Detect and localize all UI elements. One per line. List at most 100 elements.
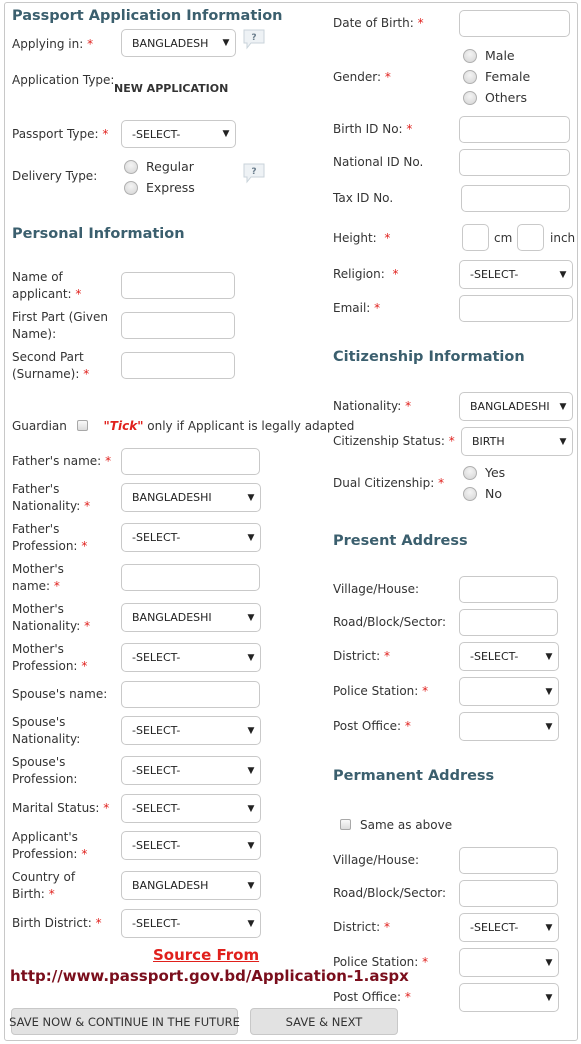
radio-button[interactable] [124,159,138,174]
radio-button[interactable] [124,180,138,195]
dropdown-arrow-icon: ▼ [247,612,255,623]
present-road-input[interactable] [459,609,558,636]
dropdown-arrow-icon: ▼ [545,922,553,933]
dropdown-arrow-icon: ▼ [247,652,255,663]
applying-in-select[interactable]: BANGLADESH ▼ [121,29,236,57]
delivery-express-option[interactable]: Express [124,177,195,198]
religion-label: Religion: * [333,267,399,281]
birth-id-input[interactable] [459,116,570,143]
date-of-birth-input[interactable] [459,10,570,37]
help-icon[interactable]: ? [242,162,266,184]
nationality-label: Nationality: * [333,399,412,413]
fathers-name-input[interactable] [121,448,260,475]
applicants-profession-select[interactable]: -SELECT- ▼ [121,831,261,860]
delivery-regular-option[interactable]: Regular [124,156,195,177]
second-part-input[interactable] [121,352,235,379]
present-police-station-select[interactable]: ▼ [459,677,559,706]
marital-status-select[interactable]: -SELECT- ▼ [121,794,261,823]
birth-id-label: Birth ID No: * [333,122,413,136]
applying-in-label: Applying in: * [12,37,94,51]
permanent-district-select[interactable]: -SELECT- ▼ [459,913,559,942]
permanent-village-input[interactable] [459,847,558,874]
national-id-label: National ID No. [333,155,424,169]
country-of-birth-label: Country of Birth: * [12,870,76,901]
dropdown-arrow-icon: ▼ [545,686,553,697]
gender-female-option[interactable]: Female [463,66,530,87]
mothers-nationality-select[interactable]: BANGLADESHI ▼ [121,603,261,632]
guardian-checkbox[interactable] [76,420,88,431]
save-and-next-button[interactable]: SAVE & NEXT [250,1008,398,1035]
dropdown-arrow-icon: ▼ [247,492,255,503]
first-part-label: First Part (Given Name): [12,310,108,341]
permanent-road-input[interactable] [459,880,558,907]
same-as-above-row[interactable]: Same as above [340,817,452,834]
fathers-profession-select[interactable]: -SELECT- ▼ [121,523,261,552]
dual-citizenship-radio-group: Yes No [463,462,505,504]
gender-others-option[interactable]: Others [463,87,530,108]
radio-button[interactable] [463,48,477,63]
country-of-birth-select[interactable]: BANGLADESH ▼ [121,871,261,900]
dual-yes-option[interactable]: Yes [463,462,505,483]
dropdown-arrow-icon: ▼ [247,532,255,543]
dropdown-arrow-icon: ▼ [559,436,567,447]
dual-no-option[interactable]: No [463,483,505,504]
first-part-input[interactable] [121,312,235,339]
height-inch-input[interactable] [517,224,544,251]
birth-district-label: Birth District: * [12,916,102,930]
permanent-police-station-label: Police Station: * [333,955,429,969]
mothers-name-label: Mother's name: * [12,562,64,593]
passport-type-select[interactable]: -SELECT- ▼ [121,120,236,148]
permanent-post-office-select[interactable]: ▼ [459,983,559,1012]
email-input[interactable] [459,295,573,322]
tax-id-input[interactable] [461,185,570,212]
spouses-profession-select[interactable]: -SELECT- ▼ [121,756,261,785]
same-as-above-checkbox[interactable] [340,819,351,830]
dropdown-arrow-icon: ▼ [545,651,553,662]
spouses-nationality-select[interactable]: -SELECT- ▼ [121,716,261,745]
national-id-input[interactable] [459,149,570,176]
section-title-personal: Personal Information [12,226,185,242]
present-post-office-label: Post Office: * [333,719,411,733]
application-type-label: Application Type: [12,73,115,87]
fathers-profession-label: Father's Profession: * [12,522,88,553]
date-of-birth-label: Date of Birth: * [333,16,424,30]
height-label: Height: * [333,231,391,245]
source-title: Source From [153,946,260,964]
save-and-continue-later-button[interactable]: SAVE NOW & CONTINUE IN THE FUTURE [9,1008,240,1035]
fathers-nationality-select[interactable]: BANGLADESHI ▼ [121,483,261,512]
permanent-post-office-label: Post Office: * [333,990,411,1004]
birth-district-select[interactable]: -SELECT- ▼ [121,909,261,938]
radio-button[interactable] [463,486,477,501]
section-title-citizenship: Citizenship Information [333,349,525,365]
name-of-applicant-label: Name of applicant: * [12,270,82,301]
spouses-name-input[interactable] [121,681,260,708]
radio-button[interactable] [463,69,477,84]
religion-select[interactable]: -SELECT- ▼ [459,260,573,289]
radio-button[interactable] [463,465,477,480]
name-of-applicant-input[interactable] [121,272,235,299]
mothers-name-input[interactable] [121,564,260,591]
present-village-input[interactable] [459,576,558,603]
height-cm-input[interactable] [462,224,489,251]
dropdown-arrow-icon: ▼ [247,918,255,929]
nationality-select[interactable]: BANGLADESHI ▼ [459,392,573,421]
radio-button[interactable] [463,90,477,105]
dropdown-arrow-icon: ▼ [247,840,255,851]
tax-id-label: Tax ID No. [333,191,394,205]
help-icon[interactable]: ? [242,28,266,50]
applicants-profession-label: Applicant's Profession: * [12,830,88,861]
present-district-select[interactable]: -SELECT- ▼ [459,642,559,671]
dropdown-arrow-icon: ▼ [222,38,230,48]
delivery-type-radio-group: Regular Express [124,156,195,198]
mothers-profession-select[interactable]: -SELECT- ▼ [121,643,261,672]
citizenship-status-select[interactable]: BIRTH ▼ [461,427,573,456]
spouses-name-label: Spouse's name: [12,687,108,701]
present-road-label: Road/Block/Sector: [333,615,447,629]
spouses-profession-label: Spouse's Profession: [12,755,78,786]
mothers-profession-label: Mother's Profession: * [12,642,88,673]
dropdown-arrow-icon: ▼ [559,269,567,280]
permanent-police-station-select[interactable]: ▼ [459,948,559,977]
gender-male-option[interactable]: Male [463,45,530,66]
height-cm-unit: cm [494,231,513,245]
present-post-office-select[interactable]: ▼ [459,712,559,741]
